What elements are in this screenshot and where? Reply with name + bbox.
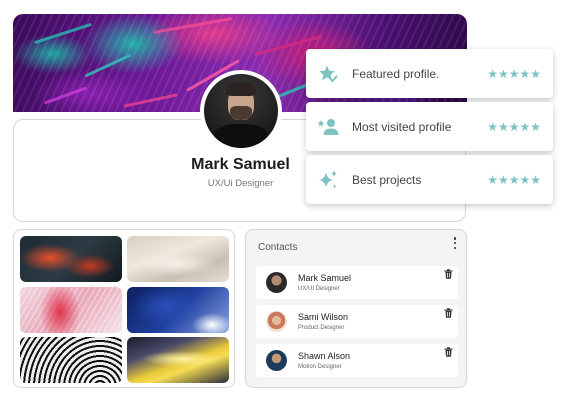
contact-role: Motion Designer [298, 364, 342, 370]
star-rating: ★★★★★ [487, 172, 541, 187]
contact-avatar [266, 350, 287, 371]
profile-avatar[interactable] [200, 70, 282, 152]
gallery-image-spiral[interactable] [20, 337, 122, 383]
contact-role: UX/UI Designer [298, 286, 340, 292]
badge-label: Best projects [352, 172, 422, 187]
gallery-image-yellow-streak[interactable] [127, 337, 229, 383]
star-rating: ★★★★★ [487, 66, 541, 81]
badge-label: Most visited profile [352, 119, 452, 134]
badge-featured-profile[interactable]: Featured profile. ★★★★★ [306, 49, 553, 98]
badge-most-visited[interactable]: Most visited profile ★★★★★ [306, 102, 553, 151]
contact-name: Mark Samuel [298, 273, 352, 283]
gallery-image-beige-silk[interactable] [127, 236, 229, 282]
gallery-image-pink-feather[interactable] [20, 287, 122, 333]
contact-row[interactable]: Shawn Alson Motion Designer [256, 344, 458, 377]
contact-name: Sami Wilson [298, 312, 349, 322]
badge-best-projects[interactable]: Best projects ★★★★★ [306, 155, 553, 204]
trash-icon[interactable] [444, 308, 453, 318]
star-check-icon [317, 63, 339, 85]
sparkle-icon [317, 169, 339, 191]
trash-icon[interactable] [444, 347, 453, 357]
image-gallery [13, 229, 235, 388]
gallery-image-blue-ink[interactable] [127, 287, 229, 333]
contact-avatar [266, 311, 287, 332]
trash-icon[interactable] [444, 269, 453, 279]
contacts-title: Contacts [258, 242, 298, 253]
contact-avatar [266, 272, 287, 293]
badge-label: Featured profile. [352, 66, 440, 81]
avatar-photo [204, 74, 278, 148]
contact-row[interactable]: Mark Samuel UX/UI Designer [256, 266, 458, 299]
more-options-icon[interactable] [452, 237, 458, 249]
contact-row[interactable]: Sami Wilson Product Designer [256, 305, 458, 338]
contact-name: Shawn Alson [298, 351, 351, 361]
contacts-panel: Contacts Mark Samuel UX/UI Designer Sami… [245, 229, 467, 388]
star-rating: ★★★★★ [487, 119, 541, 134]
contact-role: Product Designer [298, 325, 345, 331]
user-star-icon [317, 116, 339, 138]
gallery-image-red-smoke[interactable] [20, 236, 122, 282]
